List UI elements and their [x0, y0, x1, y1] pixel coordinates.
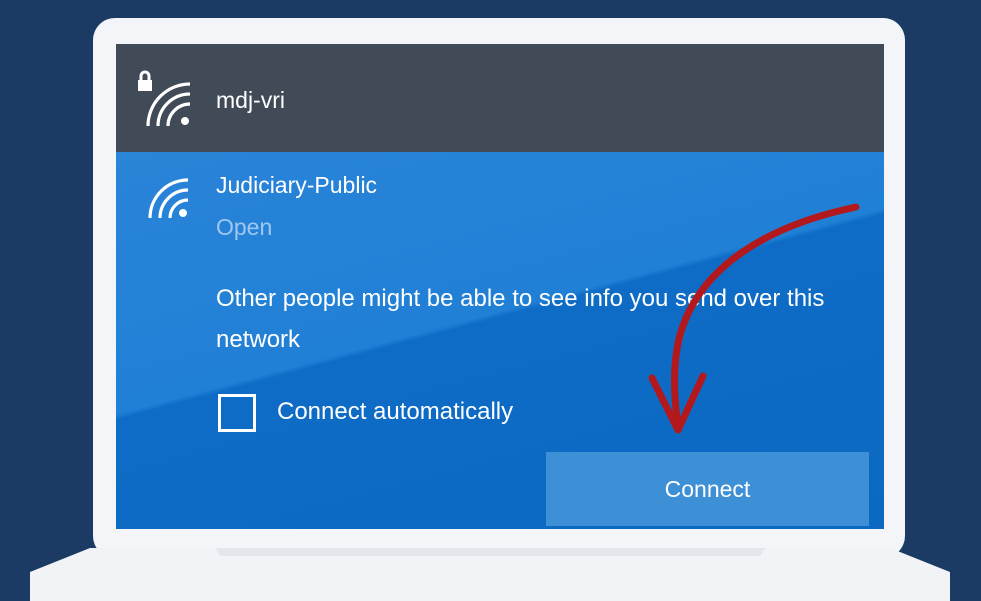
wifi-network-flyout: mdj-vri Judiciary-Public Open Other peop…: [116, 44, 884, 529]
connect-automatically-label[interactable]: Connect automatically: [277, 398, 513, 426]
secured-wifi-icon: [138, 70, 191, 127]
security-warning: Other people might be able to see info y…: [216, 285, 825, 353]
lock-icon: [138, 70, 152, 91]
network-item-judiciary-public[interactable]: Judiciary-Public Open Other people might…: [116, 152, 884, 529]
wifi-icon: [148, 178, 189, 219]
network-name-mdj-vri: mdj-vri: [216, 87, 285, 113]
network-name-judiciary-public: Judiciary-Public: [216, 172, 378, 198]
network-item-mdj-vri[interactable]: mdj-vri: [116, 44, 884, 152]
connect-automatically-checkbox[interactable]: [218, 394, 256, 432]
wifi-icon: [146, 82, 191, 127]
network-status: Open: [216, 214, 273, 240]
connect-button[interactable]: Connect: [546, 452, 869, 526]
